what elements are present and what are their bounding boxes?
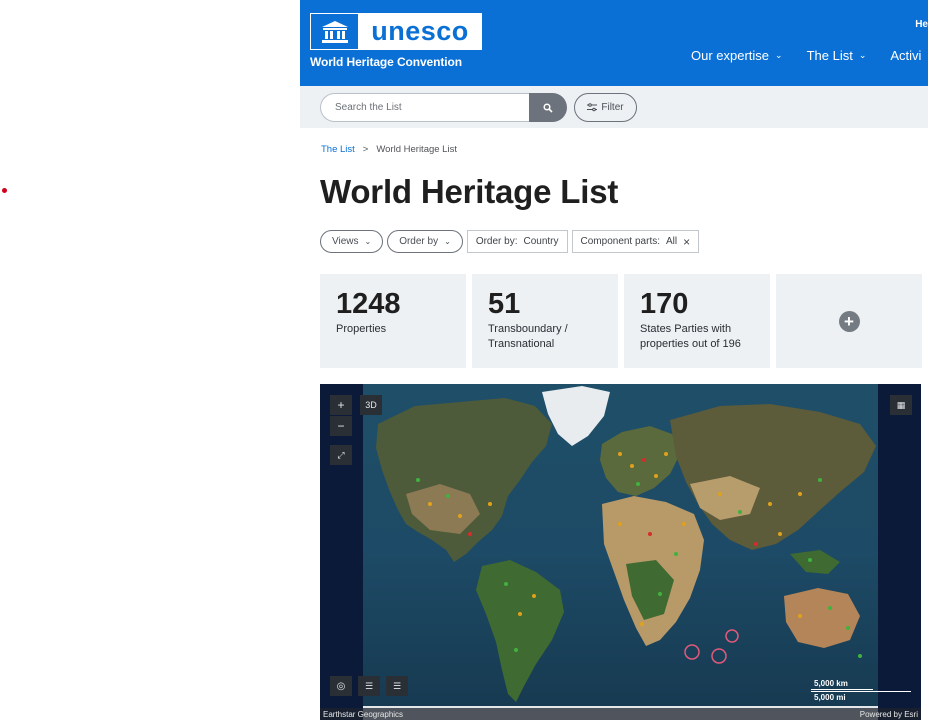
- chevron-down-icon: ⌄: [858, 50, 867, 60]
- scale-mi: 5,000 mi: [811, 691, 911, 702]
- add-stat-card[interactable]: +: [776, 274, 922, 368]
- convention-subtitle[interactable]: World Heritage Convention: [310, 55, 462, 69]
- layers-icon: ☰: [364, 680, 374, 691]
- attribution-left: Earthstar Geographics: [323, 709, 404, 719]
- stat-cards: 1248 Properties 51 Transboundary / Trans…: [320, 274, 922, 368]
- breadcrumb: The List > World Heritage List: [321, 144, 457, 155]
- filter-button[interactable]: Filter: [574, 93, 637, 122]
- list-controls: Views ⌄ Order by ⌄ Order by: Country Com…: [320, 230, 700, 253]
- nav-label: The List: [806, 48, 853, 63]
- map-attribution: Earthstar Geographics Powered by Esri: [320, 708, 921, 720]
- search-button[interactable]: [529, 93, 567, 122]
- nav-activities[interactable]: Activi: [890, 48, 921, 63]
- main-nav: Our expertise ⌄ The List ⌄ Activi: [691, 48, 921, 63]
- breadcrumb-separator: >: [362, 144, 369, 155]
- chevron-down-icon: ⌄: [364, 237, 372, 246]
- stat-card-transboundary: 51 Transboundary / Transnational: [472, 274, 618, 368]
- stat-number: 170: [640, 288, 689, 320]
- filter-label: Filter: [601, 102, 624, 113]
- order-tag-key: Order by:: [475, 236, 518, 247]
- search-bar: Search the List Filter: [300, 86, 928, 128]
- search-input[interactable]: Search the List: [320, 93, 530, 122]
- search-icon: [543, 102, 553, 113]
- order-by-tag: Order by: Country: [466, 230, 568, 253]
- basemap-gallery-button[interactable]: ▦: [890, 395, 912, 415]
- breadcrumb-the-list[interactable]: The List: [321, 144, 355, 155]
- red-dot-marker: [2, 188, 7, 193]
- chevron-down-icon: ⌄: [444, 237, 451, 246]
- page-title: World Heritage List: [320, 173, 619, 210]
- order-by-label: Order by: [399, 236, 439, 247]
- stat-label: Transboundary / Transnational: [488, 323, 568, 350]
- scale-km: 5,000 km: [811, 679, 873, 690]
- globe-icon: ◎: [336, 680, 346, 692]
- nav-the-list[interactable]: The List ⌄: [807, 48, 867, 63]
- expand-icon: ⤢: [337, 449, 345, 460]
- order-tag-value: Country: [523, 236, 559, 247]
- chevron-down-icon: ⌄: [775, 50, 783, 60]
- plus-icon: +: [838, 310, 860, 332]
- legend-icon: ☰: [392, 680, 402, 691]
- stat-number: 1248: [336, 288, 401, 320]
- unesco-logo[interactable]: unesco: [310, 13, 482, 50]
- views-label: Views: [332, 236, 359, 247]
- close-icon[interactable]: ×: [683, 235, 690, 249]
- stat-card-properties: 1248 Properties: [320, 274, 466, 368]
- nav-our-expertise[interactable]: Our expertise ⌄: [691, 48, 783, 63]
- top-right-link[interactable]: He: [915, 19, 928, 30]
- main-panel: unesco World Heritage Convention He Our …: [300, 0, 928, 720]
- stat-label: Properties: [336, 323, 387, 335]
- order-by-dropdown[interactable]: Order by ⌄: [387, 230, 463, 253]
- map-canvas[interactable]: [320, 384, 921, 720]
- breadcrumb-current: World Heritage List: [376, 144, 457, 155]
- sliders-icon: [587, 103, 598, 112]
- temple-icon: [311, 14, 359, 49]
- nav-label: Activi: [890, 48, 922, 63]
- layer-list-button[interactable]: ☰: [358, 676, 380, 696]
- stat-card-states-parties: 170 States Parties with properties out o…: [624, 274, 770, 368]
- grid-icon: ▦: [896, 399, 906, 410]
- attribution-right[interactable]: Powered by Esri: [860, 710, 918, 719]
- page: unesco World Heritage Convention He Our …: [0, 0, 928, 720]
- component-parts-tag: Component parts: All ×: [571, 230, 700, 253]
- view-3d-button[interactable]: 3D: [360, 395, 382, 415]
- zoom-out-button[interactable]: −: [330, 416, 352, 436]
- stat-number: 51: [488, 288, 521, 320]
- fullscreen-button[interactable]: ⤢: [330, 445, 352, 465]
- logo-wordmark: unesco: [359, 14, 481, 49]
- nav-label: Our expertise: [691, 48, 770, 63]
- site-header: unesco World Heritage Convention He Our …: [300, 0, 928, 86]
- legend-button[interactable]: ☰: [386, 676, 408, 696]
- views-dropdown[interactable]: Views ⌄: [320, 230, 384, 253]
- globe-button[interactable]: ◎: [330, 676, 352, 696]
- component-tag-key: Component parts:: [580, 236, 661, 247]
- component-tag-value: All: [666, 236, 678, 247]
- zoom-in-button[interactable]: +: [330, 395, 352, 415]
- stat-label: States Parties with properties out of 19…: [640, 323, 741, 350]
- map-scale-bar: 5,000 km 5,000 mi: [811, 679, 911, 702]
- world-heritage-map[interactable]: + − ⤢ 3D ▦ ◎ ☰ ☰ 5,000 km 5,000 mi Earth…: [320, 384, 921, 720]
